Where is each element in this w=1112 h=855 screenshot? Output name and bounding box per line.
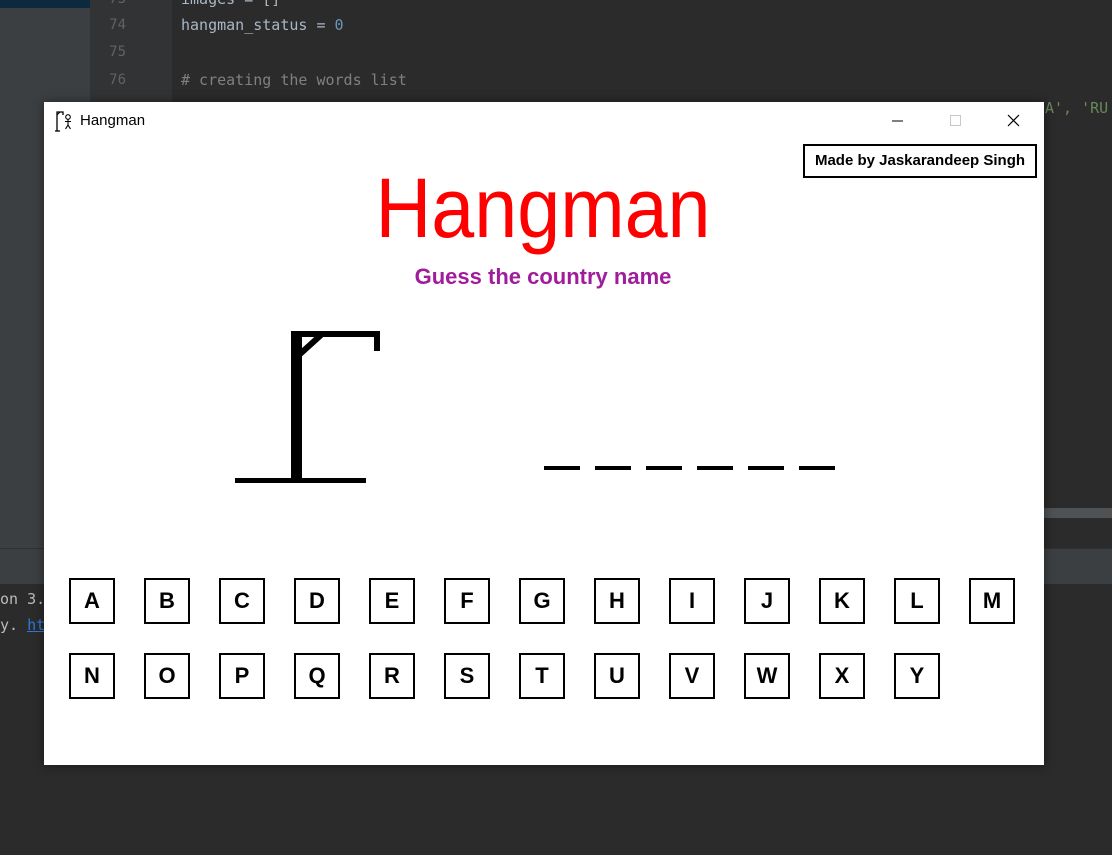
gallows-beam (291, 331, 380, 337)
title-bar[interactable]: Hangman (44, 102, 1044, 140)
minimize-icon (892, 120, 903, 122)
console-line: on 3. (0, 590, 46, 608)
letter-button[interactable]: G (519, 578, 565, 624)
letter-button[interactable]: X (819, 653, 865, 699)
letter-blank (748, 466, 784, 470)
letter-blank (799, 466, 835, 470)
letter-blank (595, 466, 631, 470)
line-number: 73 (90, 0, 126, 10)
letter-button[interactable]: H (594, 578, 640, 624)
code-comment: # creating the words list (181, 71, 407, 89)
letter-button[interactable]: E (369, 578, 415, 624)
letter-button[interactable]: C (219, 578, 265, 624)
minimize-button[interactable] (868, 102, 926, 140)
letter-blank (544, 466, 580, 470)
maximize-icon (950, 115, 961, 126)
letter-button[interactable]: B (144, 578, 190, 624)
letter-button[interactable]: Y (894, 653, 940, 699)
code-string-fragment: A', 'RU (1045, 99, 1109, 117)
letter-button[interactable]: P (219, 653, 265, 699)
console-text: y. (0, 616, 28, 634)
hangman-window: Hangman Made by Jaskarandeep Singh Hangm… (44, 102, 1044, 765)
gallows-brace (297, 332, 324, 357)
game-subtitle: Guess the country name (414, 264, 672, 289)
gallows-rope (374, 331, 380, 351)
close-button[interactable] (986, 102, 1044, 140)
letter-blank (697, 466, 733, 470)
sidebar-selected-tab[interactable] (0, 0, 90, 8)
letter-blank (646, 466, 682, 470)
line-number: 76 (109, 72, 126, 88)
line-number: 75 (109, 44, 126, 60)
letter-button[interactable]: R (369, 653, 415, 699)
line-number: 74 (109, 17, 126, 33)
letter-button[interactable]: K (819, 578, 865, 624)
console-line: y. ht (0, 616, 45, 634)
letter-button[interactable]: F (444, 578, 490, 624)
gallows-image (235, 331, 380, 483)
letter-button[interactable]: L (894, 578, 940, 624)
letter-button[interactable]: W (744, 653, 790, 699)
close-icon (1007, 114, 1020, 127)
letter-button[interactable]: Q (294, 653, 340, 699)
letter-button[interactable]: M (969, 578, 1015, 624)
letter-button[interactable]: T (519, 653, 565, 699)
letter-button[interactable]: I (669, 578, 715, 624)
hangman-app-icon (55, 111, 71, 132)
code-line: hangman_status = 0 (181, 14, 344, 36)
letter-button[interactable]: A (69, 578, 115, 624)
game-title: Hangman (375, 161, 711, 255)
letter-button[interactable]: S (444, 653, 490, 699)
number-literal: 0 (334, 16, 344, 34)
letter-button[interactable]: J (744, 578, 790, 624)
maximize-button[interactable] (926, 102, 984, 140)
code-line: images = [] (181, 0, 280, 10)
letter-button[interactable]: U (594, 653, 640, 699)
code-text: hangman_status = (181, 16, 335, 34)
console-link[interactable]: ht (27, 616, 45, 634)
letter-button[interactable]: O (144, 653, 190, 699)
word-blanks (544, 466, 835, 470)
window-title: Hangman (80, 112, 146, 129)
horizontal-scrollbar[interactable] (1044, 508, 1112, 518)
letter-button[interactable]: V (669, 653, 715, 699)
letter-button[interactable]: N (69, 653, 115, 699)
letter-button[interactable]: D (294, 578, 340, 624)
